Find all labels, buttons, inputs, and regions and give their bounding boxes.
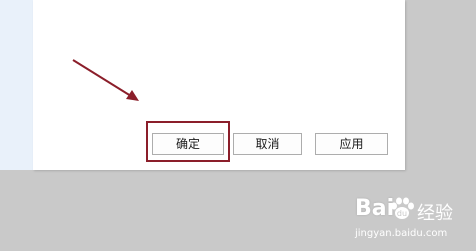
- watermark-suffix: 经验: [417, 203, 453, 224]
- baidu-jingyan-watermark: Bai du 经验 jingyan.baidu.com: [355, 196, 465, 246]
- watermark-url: jingyan.baidu.com: [355, 228, 448, 239]
- paw-icon: du: [391, 197, 414, 219]
- svg-text:du: du: [397, 209, 407, 218]
